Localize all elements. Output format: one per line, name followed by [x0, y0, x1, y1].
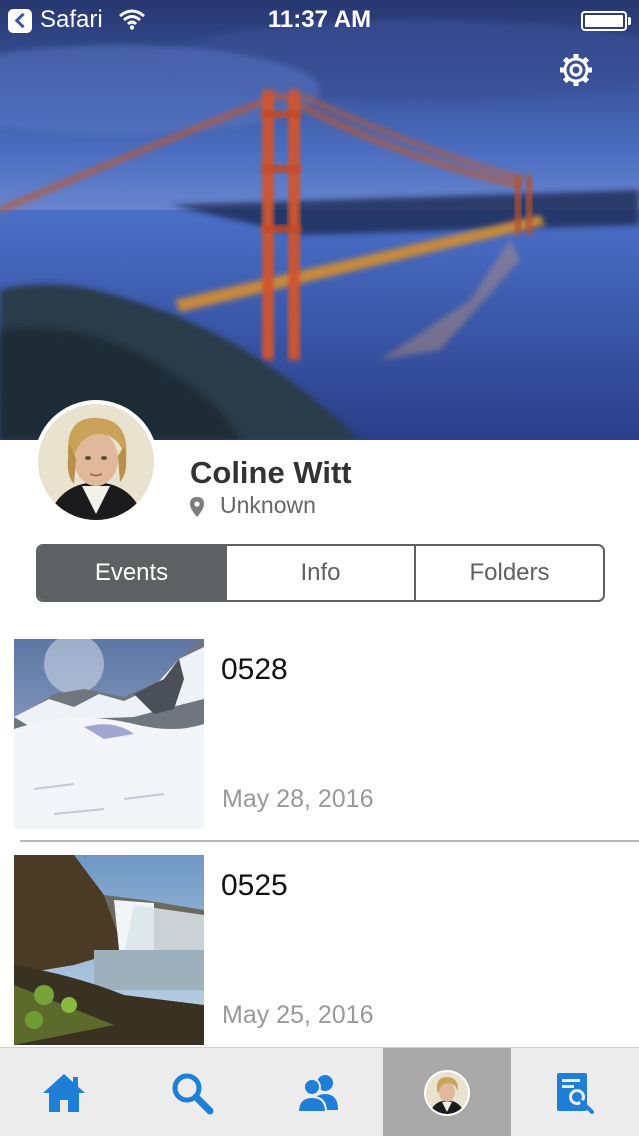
- tab-events[interactable]: Events: [38, 546, 227, 600]
- event-thumbnail[interactable]: [14, 639, 204, 829]
- tab-info[interactable]: Info: [227, 546, 416, 600]
- event-title: 0525: [221, 869, 288, 902]
- profile-name: Coline Witt: [190, 455, 352, 490]
- event-title: 0528: [221, 653, 288, 686]
- list-divider: [20, 840, 639, 842]
- screen: Safari 11:37 AM Coline Witt Unknown Even…: [0, 0, 639, 1136]
- tab-folders[interactable]: Folders: [416, 546, 603, 600]
- profile-location: Unknown: [220, 492, 316, 518]
- profile-avatar[interactable]: [34, 400, 158, 524]
- document-search-icon: [557, 1072, 595, 1114]
- tab-search[interactable]: [128, 1048, 256, 1136]
- event-list-item[interactable]: 0525 May 25, 2016: [0, 855, 639, 1045]
- tab-document-search[interactable]: [511, 1048, 639, 1136]
- bottom-tab-bar: [0, 1047, 639, 1136]
- people-icon: [297, 1074, 339, 1113]
- cover-photo: [0, 0, 639, 440]
- status-time: 11:37 AM: [267, 6, 372, 33]
- home-icon: [42, 1073, 85, 1112]
- event-date: May 25, 2016: [222, 1001, 374, 1029]
- gear-icon[interactable]: [558, 52, 594, 88]
- map-pin-icon: [190, 497, 204, 517]
- event-thumbnail[interactable]: [14, 855, 204, 1045]
- event-list-item[interactable]: 0528 May 28, 2016: [0, 639, 639, 829]
- tab-people[interactable]: [256, 1048, 384, 1136]
- search-icon: [172, 1073, 214, 1114]
- status-bar: Safari 11:37 AM: [0, 0, 639, 40]
- event-date: May 28, 2016: [222, 785, 374, 813]
- profile-avatar-tab-icon: [424, 1069, 471, 1116]
- tab-profile[interactable]: [383, 1048, 512, 1136]
- profile-segmented-control: Events Info Folders: [36, 544, 605, 602]
- battery-icon: [581, 11, 631, 31]
- tab-home[interactable]: [0, 1048, 128, 1136]
